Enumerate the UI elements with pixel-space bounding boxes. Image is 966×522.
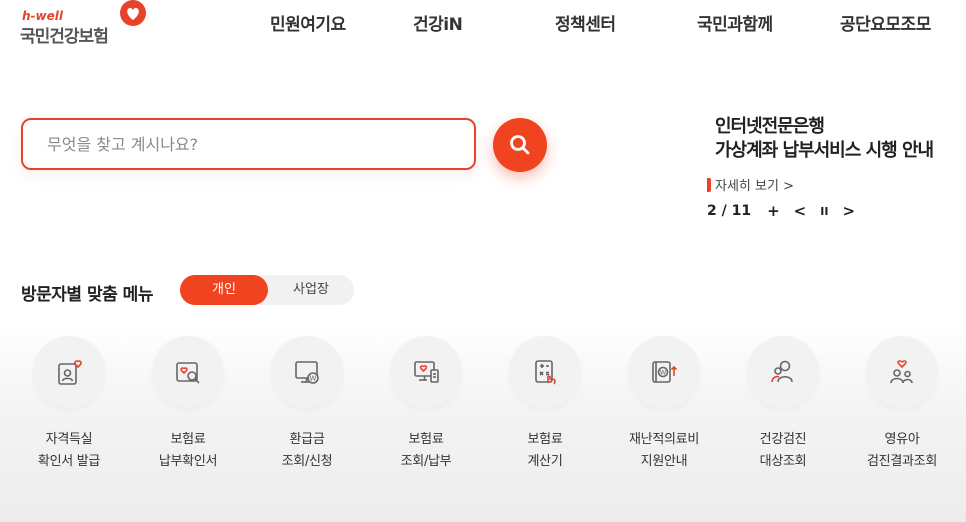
menu-icon-circle: W bbox=[628, 336, 700, 408]
notice-more-label: 자세히 보기 > bbox=[715, 179, 794, 194]
menu-label: 영유아 검진결과조회 bbox=[846, 429, 958, 473]
monitor-heart-icon bbox=[414, 361, 439, 383]
menu-icon-circle: W bbox=[271, 336, 343, 408]
page-count: 2 / 11 bbox=[707, 203, 752, 219]
main-nav: 민원여기요 건강iN 정책센터 국민과함께 공단요모조모 bbox=[0, 10, 966, 35]
accent-bar bbox=[707, 178, 711, 192]
nav-item-policy[interactable]: 정책센터 bbox=[555, 10, 616, 35]
visitor-menu-label: 방문자별 맞춤 메뉴 bbox=[21, 285, 153, 305]
menu-label: 환급금 조회/신청 bbox=[251, 429, 363, 473]
menu-item-calculator[interactable]: 보험료 계산기 bbox=[489, 336, 599, 486]
menu-label: 보험료 계산기 bbox=[489, 429, 601, 473]
menu-label-line1: 보험료 bbox=[408, 432, 444, 447]
menu-icon-circle bbox=[866, 336, 938, 408]
menu-label: 보험료 납부확인서 bbox=[132, 429, 244, 473]
menu-label-line2: 계산기 bbox=[527, 454, 563, 469]
notice-pager: 2 / 11 + < II > bbox=[707, 201, 869, 221]
search-icon bbox=[510, 135, 530, 155]
menu-label-line1: 환급금 bbox=[289, 432, 325, 447]
family-heart-icon bbox=[890, 360, 913, 384]
svg-text:W: W bbox=[660, 369, 667, 377]
menu-label: 보험료 조회/납부 bbox=[370, 429, 482, 473]
menu-label: 자격득실 확인서 발급 bbox=[13, 429, 125, 473]
nav-item-together[interactable]: 국민과함께 bbox=[697, 10, 773, 35]
menu-icon-circle bbox=[152, 336, 224, 408]
certificate-heart-icon bbox=[58, 360, 82, 385]
menu-item-premium-inquiry[interactable]: 보험료 조회/납부 bbox=[370, 336, 480, 486]
menu-label-line2: 조회/신청 bbox=[281, 454, 333, 469]
menu-label: 건강검진 대상조회 bbox=[727, 429, 839, 473]
menu-label-line2: 확인서 발급 bbox=[37, 454, 101, 469]
monitor-won-icon: W bbox=[295, 361, 319, 384]
nav-item-about[interactable]: 공단요모조모 bbox=[840, 10, 931, 35]
menu-label-line1: 재난적의료비 bbox=[629, 432, 699, 447]
menu-label-line2: 검진결과조회 bbox=[867, 454, 937, 469]
menu-label-line1: 보험료 bbox=[527, 432, 563, 447]
notice-title-line1: 인터넷전문은행 bbox=[715, 116, 825, 137]
document-search-icon bbox=[176, 362, 200, 384]
menu-label-line2: 지원안내 bbox=[640, 454, 688, 469]
toggle-business[interactable]: 사업장 bbox=[268, 275, 354, 305]
next-button[interactable]: > bbox=[842, 202, 855, 220]
menu-item-health-checkup[interactable]: 건강검진 대상조회 bbox=[727, 336, 837, 486]
menu-label-line1: 자격득실 bbox=[45, 432, 93, 447]
menu-icon-circle bbox=[747, 336, 819, 408]
nav-item-civil[interactable]: 민원여기요 bbox=[270, 10, 346, 35]
menu-label: 재난적의료비 지원안내 bbox=[608, 429, 720, 473]
menu-label-line2: 납부확인서 bbox=[158, 454, 218, 469]
pause-button[interactable]: II bbox=[820, 205, 828, 218]
menu-item-payment-certificate[interactable]: 보험료 납부확인서 bbox=[132, 336, 242, 486]
menu-label-line1: 건강검진 bbox=[759, 432, 807, 447]
menu-label-line1: 영유아 bbox=[884, 432, 920, 447]
menu-icon-circle bbox=[33, 336, 105, 408]
menu-item-catastrophic-expense[interactable]: W 재난적의료비 지원안내 bbox=[608, 336, 718, 486]
menu-item-qualification[interactable]: 자격득실 확인서 발급 bbox=[13, 336, 123, 486]
add-button[interactable]: + bbox=[767, 202, 780, 220]
menu-item-refund[interactable]: W 환급금 조회/신청 bbox=[251, 336, 361, 486]
search-button[interactable] bbox=[493, 118, 547, 172]
visitor-toggle: 개인 사업장 bbox=[180, 275, 354, 305]
calculator-icon bbox=[535, 360, 556, 385]
search-input[interactable] bbox=[23, 120, 474, 168]
nav-item-health-in[interactable]: 건강iN bbox=[413, 10, 463, 35]
notice-title[interactable]: 인터넷전문은행 가상계좌 납부서비스 시행 안내 bbox=[715, 115, 966, 163]
notice-more-link[interactable]: 자세히 보기 > bbox=[707, 175, 794, 194]
wallet-won-icon: W bbox=[652, 361, 678, 383]
toggle-individual[interactable]: 개인 bbox=[180, 275, 268, 305]
prev-button[interactable]: < bbox=[794, 202, 807, 220]
menu-label-line2: 조회/납부 bbox=[400, 454, 452, 469]
people-icon bbox=[771, 360, 793, 383]
menu-label-line1: 보험료 bbox=[170, 432, 206, 447]
svg-text:W: W bbox=[310, 375, 317, 383]
search-box bbox=[21, 118, 476, 170]
menu-icon-circle bbox=[509, 336, 581, 408]
notice-title-line2: 가상계좌 납부서비스 시행 안내 bbox=[715, 140, 934, 161]
menu-icon-circle bbox=[390, 336, 462, 408]
menu-item-infant-checkup[interactable]: 영유아 검진결과조회 bbox=[846, 336, 956, 486]
menu-label-line2: 대상조회 bbox=[759, 454, 807, 469]
